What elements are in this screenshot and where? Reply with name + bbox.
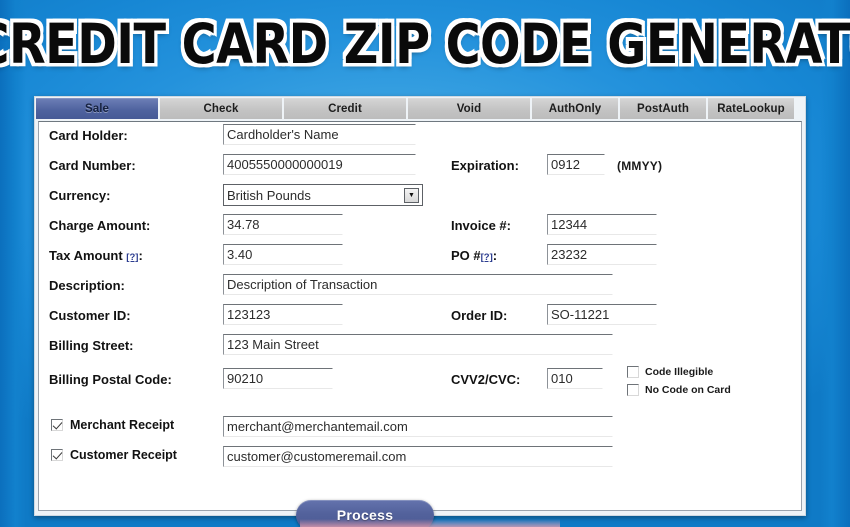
po-number-label: PO #[?]: xyxy=(451,248,497,263)
no-code-on-card-row[interactable]: No Code on Card xyxy=(627,384,731,396)
card-holder-input[interactable] xyxy=(223,124,416,145)
billing-postal-code-input[interactable] xyxy=(223,368,333,389)
cvv2-input[interactable] xyxy=(547,368,603,389)
transaction-type-tabs: Sale Check Credit Void AuthOnly PostAuth… xyxy=(35,97,805,119)
customer-id-input[interactable] xyxy=(223,304,343,325)
no-code-on-card-checkbox[interactable] xyxy=(627,384,639,396)
po-number-label-text: PO # xyxy=(451,248,481,263)
code-illegible-checkbox[interactable] xyxy=(627,366,639,378)
description-input[interactable] xyxy=(223,274,613,295)
tax-amount-input[interactable] xyxy=(223,244,343,265)
tab-ratelookup[interactable]: RateLookup xyxy=(708,98,794,119)
po-number-help-icon[interactable]: [?] xyxy=(481,252,493,263)
invoice-number-label: Invoice #: xyxy=(451,218,511,233)
tab-sale-label: Sale xyxy=(84,103,110,115)
billing-street-label: Billing Street: xyxy=(49,338,134,353)
tab-ratelookup-label: RateLookup xyxy=(717,103,785,115)
billing-street-input[interactable] xyxy=(223,334,613,355)
merchant-receipt-label: Merchant Receipt xyxy=(70,418,175,432)
code-illegible-row[interactable]: Code Illegible xyxy=(627,366,713,378)
description-label: Description: xyxy=(49,278,125,293)
card-number-label: Card Number: xyxy=(49,158,136,173)
order-id-input[interactable] xyxy=(547,304,657,325)
billing-postal-code-label: Billing Postal Code: xyxy=(49,372,172,387)
customer-receipt-label: Customer Receipt xyxy=(70,448,177,462)
customer-receipt-row[interactable]: Customer Receipt xyxy=(51,448,177,462)
form-body: Card Holder: Card Number: Expiration: (M… xyxy=(38,121,802,527)
no-code-on-card-label: No Code on Card xyxy=(645,384,731,396)
merchant-receipt-checkbox[interactable] xyxy=(51,419,63,431)
customer-receipt-email-input[interactable] xyxy=(223,446,613,467)
payment-form-panel: Sale Check Credit Void AuthOnly PostAuth… xyxy=(34,96,806,527)
cvv2-label: CVV2/CVC: xyxy=(451,372,521,387)
page-title: CREDIT CARD ZIP CODE GENERATOR xyxy=(0,11,850,77)
tab-postauth-label: PostAuth xyxy=(637,103,689,115)
tab-sale[interactable]: Sale xyxy=(36,98,158,119)
card-holder-label: Card Holder: xyxy=(49,128,128,143)
po-number-input[interactable] xyxy=(547,244,657,265)
order-id-label: Order ID: xyxy=(451,308,508,323)
tab-postauth[interactable]: PostAuth xyxy=(620,98,706,119)
merchant-receipt-email-input[interactable] xyxy=(223,416,613,437)
code-illegible-label: Code Illegible xyxy=(645,366,714,378)
invoice-number-input[interactable] xyxy=(547,214,657,235)
chevron-down-icon[interactable]: ▼ xyxy=(404,187,419,203)
merchant-receipt-row[interactable]: Merchant Receipt xyxy=(51,418,174,432)
expiration-input[interactable] xyxy=(547,154,605,175)
tax-amount-help-icon[interactable]: [?] xyxy=(126,252,138,263)
tab-credit-label: Credit xyxy=(328,103,362,115)
tab-check[interactable]: Check xyxy=(160,98,282,119)
customer-receipt-checkbox[interactable] xyxy=(51,449,63,461)
expiration-format-hint: (MMYY) xyxy=(617,159,663,173)
po-number-label-suffix: : xyxy=(492,248,498,263)
tab-void[interactable]: Void xyxy=(408,98,530,119)
tab-void-label: Void xyxy=(456,103,482,115)
tab-check-label: Check xyxy=(203,103,239,115)
tab-credit[interactable]: Credit xyxy=(284,98,406,119)
sale-form: Card Holder: Card Number: Expiration: (M… xyxy=(39,122,801,527)
tax-amount-label-suffix: : xyxy=(138,248,143,263)
process-button[interactable]: Process xyxy=(296,500,434,527)
charge-amount-input[interactable] xyxy=(223,214,343,235)
tab-authonly-label: AuthOnly xyxy=(548,103,602,115)
tab-authonly[interactable]: AuthOnly xyxy=(532,98,618,119)
currency-label: Currency: xyxy=(49,188,111,203)
currency-select[interactable]: British Pounds ▼ xyxy=(223,184,423,206)
tax-amount-label-text: Tax Amount xyxy=(49,248,123,263)
tax-amount-label: Tax Amount [?]: xyxy=(49,248,143,263)
card-number-input[interactable] xyxy=(223,154,416,175)
currency-select-value: British Pounds xyxy=(227,187,311,203)
expiration-label: Expiration: xyxy=(451,158,519,173)
charge-amount-label: Charge Amount: xyxy=(49,218,151,233)
customer-id-label: Customer ID: xyxy=(49,308,131,323)
